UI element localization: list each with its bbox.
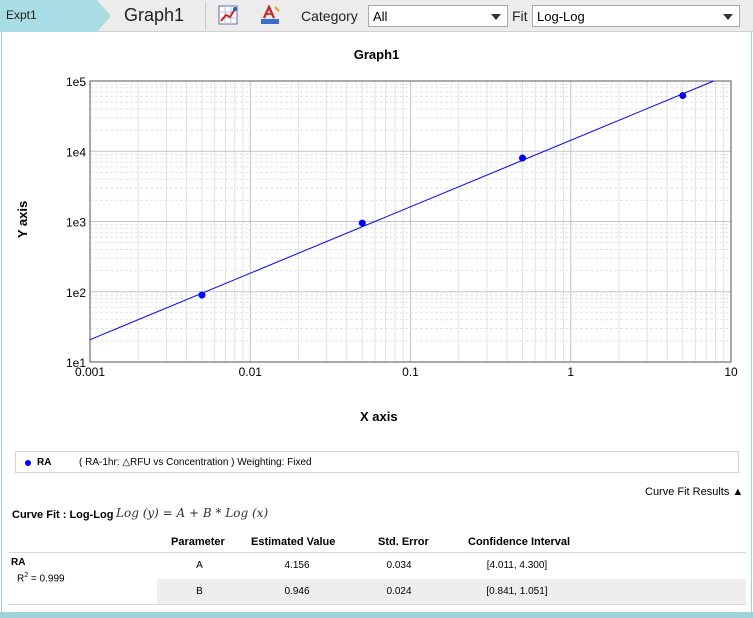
y-axis-title: Y axis [15, 200, 31, 239]
cell-estimated-value: 0.946 [284, 586, 310, 597]
x-axis-title: X axis [360, 409, 398, 424]
result-series-name: RA [11, 557, 26, 568]
cell-confidence-interval: [0.841, 1.051] [486, 586, 548, 597]
col-header-estimated-value: Estimated Value [251, 536, 336, 548]
r-squared-value: = 0.999 [28, 573, 65, 585]
data-point [519, 154, 527, 162]
result-series-cell: RA R2 = 0.999 [8, 553, 156, 603]
col-header-parameter: Parameter [171, 536, 225, 548]
cell-confidence-interval: [4.011, 4.300] [486, 560, 548, 571]
table-row[interactable]: B 0.946 0.024 [0.841, 1.051] [157, 579, 746, 604]
data-point [679, 92, 687, 100]
cell-parameter: A [196, 560, 203, 571]
y-tick-label: 1e1 [66, 356, 86, 370]
x-tick-label: 10 [724, 365, 738, 379]
fit-curve [89, 80, 714, 341]
chart-plot[interactable]: 0.001 0.01 0.1 1 101e11e21e31e41e5 [0, 0, 753, 450]
legend-marker [25, 460, 31, 466]
data-point [198, 291, 206, 299]
y-tick-label: 1e4 [66, 145, 86, 159]
legend-series-name: RA [37, 457, 52, 468]
y-tick-label: 1e5 [66, 75, 86, 89]
graph-window: Expt1 Graph1 Category All Fit Log-Log Gr… [0, 0, 753, 618]
curve-fit-results-toggle[interactable]: Curve Fit Results ▲ [645, 486, 743, 498]
cell-std-error: 0.034 [386, 560, 412, 571]
table-divider [8, 604, 746, 605]
cell-parameter: B [196, 586, 203, 597]
y-tick-label: 1e2 [66, 286, 86, 300]
cell-std-error: 0.024 [386, 586, 412, 597]
x-tick-label: 1 [567, 365, 574, 379]
r-squared: R2 = 0.999 [17, 572, 65, 585]
y-tick-label: 1e3 [66, 216, 86, 230]
bottom-border [0, 612, 753, 618]
chart-legend: RA ( RA-1hr: △RFU vs Concentration ) Wei… [15, 451, 739, 473]
curve-fit-equation: Log (y) = A + B * Log (x) [116, 506, 269, 520]
fit-line [89, 80, 714, 341]
col-header-std-error: Std. Error [378, 536, 429, 548]
x-tick-label: 0.1 [402, 365, 419, 379]
table-row[interactable]: A 4.156 0.034 [4.011, 4.300] [157, 553, 746, 578]
x-tick-label: 0.01 [239, 365, 263, 379]
legend-series-description: ( RA-1hr: △RFU vs Concentration ) Weight… [79, 457, 312, 468]
data-point [358, 219, 366, 227]
col-header-confidence-interval: Confidence Interval [468, 536, 571, 548]
cell-estimated-value: 4.156 [284, 560, 310, 571]
curve-fit-label: Curve Fit : Log-Log [12, 509, 114, 521]
chart-grid [89, 81, 731, 363]
